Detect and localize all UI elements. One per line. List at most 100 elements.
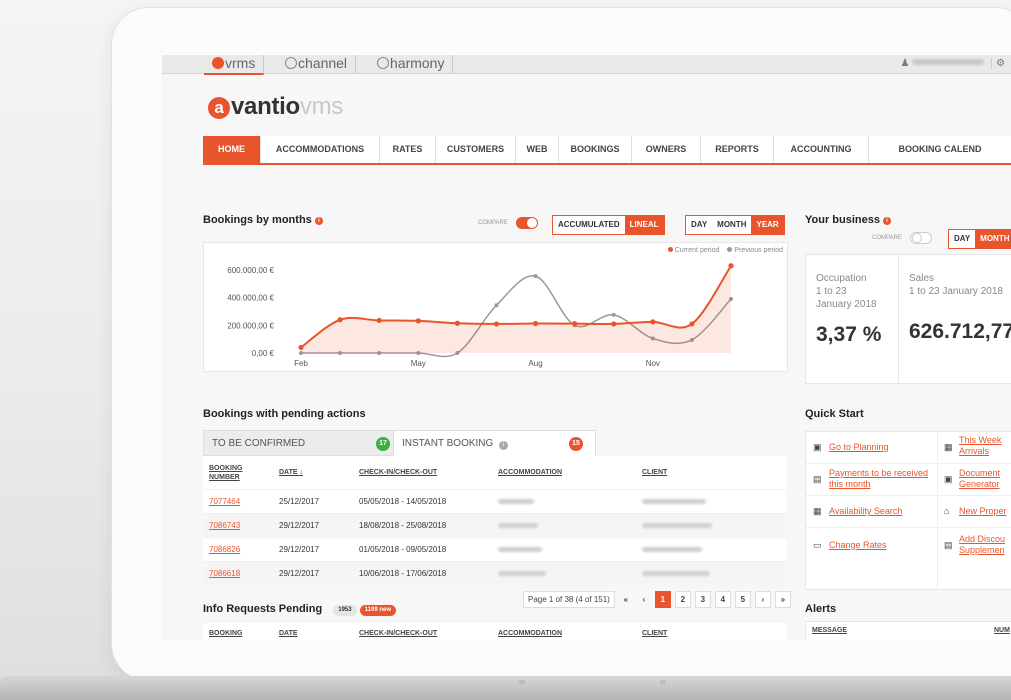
info-icon[interactable]: i — [499, 441, 509, 450]
app-tab-harmony[interactable]: harmony — [369, 55, 454, 73]
client-blurred — [642, 523, 712, 528]
last-page-icon[interactable]: » — [774, 591, 791, 608]
quick-change-rates[interactable]: Change Rates — [829, 540, 887, 551]
quick-start-title: Quick Start — [805, 408, 864, 420]
business-compare-toggle[interactable] — [910, 232, 932, 244]
page-1[interactable]: 1 — [654, 591, 671, 608]
nav-web[interactable]: WEB — [516, 136, 559, 163]
info-icon[interactable]: i — [882, 217, 891, 225]
business-period-day[interactable]: DAY — [949, 230, 975, 248]
briefcase-icon: ▣ — [813, 442, 822, 452]
period-year[interactable]: YEAR — [751, 216, 784, 234]
quick-week-arrivals[interactable]: This Week Arrivals — [959, 435, 1011, 457]
period-month[interactable]: MONTH — [712, 216, 751, 234]
client-blurred — [642, 571, 710, 576]
user-name-blurred — [912, 59, 985, 65]
nav-reports[interactable]: REPORTS — [701, 136, 774, 163]
quick-go-to-planning[interactable]: Go to Planning — [829, 442, 889, 453]
booking-link[interactable]: 7086743 — [209, 521, 240, 530]
app-logo-icon — [377, 57, 389, 69]
col-date[interactable]: DATE — [273, 623, 353, 641]
table-row: 7086826 29/12/2017 01/05/2018 - 09/05/20… — [203, 537, 786, 562]
page-4[interactable]: 4 — [714, 591, 731, 608]
current-period-area — [301, 265, 731, 353]
booking-range: 18/08/2018 - 25/08/2018 — [353, 513, 492, 538]
info-requests-new: 1199 new — [359, 605, 397, 616]
kpi-sales-label: Sales — [909, 273, 935, 284]
prev-page-icon[interactable]: ‹ — [637, 592, 651, 607]
col-booking-number[interactable]: BOOKING NUMBER — [203, 456, 273, 490]
x-tick-label: Aug — [528, 359, 542, 368]
app-logo-icon — [212, 57, 224, 69]
tab-instant-booking[interactable]: INSTANT BOOKING i 15 — [393, 430, 596, 456]
nav-owners[interactable]: OWNERS — [632, 136, 701, 163]
compare-toggle[interactable] — [516, 217, 538, 229]
nav-bookings[interactable]: BOOKINGS — [559, 136, 632, 163]
legend-swatch — [667, 247, 673, 252]
page-3[interactable]: 3 — [694, 591, 711, 608]
briefcase-icon: ▣ — [944, 474, 953, 484]
col-message[interactable]: MESSAGE — [812, 627, 847, 634]
booking-range: 01/05/2018 - 09/05/2018 — [353, 537, 492, 562]
quick-availability-search[interactable]: Availability Search — [829, 506, 902, 517]
current-period-point — [454, 320, 460, 326]
info-requests-table: BOOKING DATE CHECK-IN/CHECK-OUT ACCOMMOD… — [203, 623, 786, 641]
col-accommodation[interactable]: ACCOMMODATION — [492, 456, 636, 490]
nav-accommodations[interactable]: ACCOMMODATIONS — [261, 136, 380, 163]
booking-link[interactable]: 7086618 — [209, 569, 240, 578]
avantio-logo[interactable]: a vantiovms — [208, 93, 343, 121]
nav-booking-calendar[interactable]: BOOKING CALEND — [869, 136, 1011, 163]
mode-lineal[interactable]: LINEAL — [624, 216, 664, 234]
kpi-sales-value: 626.712,77 — [909, 320, 1011, 343]
col-client[interactable]: CLIENT — [636, 623, 786, 641]
first-page-icon[interactable]: « — [619, 592, 633, 607]
app-tab-vrms[interactable]: vrms — [204, 55, 265, 75]
current-period-point — [650, 319, 656, 325]
col-check-in-out[interactable]: CHECK-IN/CHECK-OUT — [353, 623, 492, 641]
kpi-occupation: Occupation 1 to 23 January 2018 3,37 % — [806, 255, 899, 383]
current-period-point — [415, 318, 421, 324]
alerts-title: Alerts — [805, 603, 837, 615]
app-tab-channel[interactable]: channel — [277, 55, 357, 73]
col-check-in-out[interactable]: CHECK-IN/CHECK-OUT — [353, 456, 492, 490]
nav-rates[interactable]: RATES — [380, 136, 436, 163]
page-info: Page 1 of 38 (4 of 151) — [523, 591, 615, 608]
col-accommodation[interactable]: ACCOMMODATION — [492, 623, 636, 641]
tab-to-be-confirmed[interactable]: TO BE CONFIRMED 17 — [203, 430, 394, 456]
quick-add-discount[interactable]: Add Discou Supplemen — [959, 534, 1011, 556]
next-page-icon[interactable]: › — [754, 591, 771, 608]
mode-accumulated[interactable]: ACCUMULATED — [553, 216, 625, 234]
x-tick-label: May — [411, 359, 426, 368]
col-num[interactable]: NUM — [994, 627, 1010, 634]
money-icon: ▤ — [944, 540, 953, 550]
nav-customers[interactable]: CUSTOMERS — [436, 136, 516, 163]
pending-table: BOOKING NUMBER DATE ↓ CHECK-IN/CHECK-OUT… — [203, 456, 786, 585]
col-booking[interactable]: BOOKING — [203, 623, 273, 641]
page-5[interactable]: 5 — [734, 591, 751, 608]
col-date[interactable]: DATE ↓ — [273, 456, 353, 490]
booking-link[interactable]: 7077464 — [209, 497, 240, 506]
quick-document-generator[interactable]: Document Generator — [959, 468, 1011, 490]
app-switcher-bar: vrms channel harmony ♟ ⚙ — [162, 55, 1011, 75]
col-client[interactable]: CLIENT — [636, 456, 786, 490]
nav-home[interactable]: HOME — [203, 136, 261, 163]
user-icon: ♟ — [900, 58, 910, 69]
user-menu[interactable]: ♟ ⚙ — [900, 55, 1005, 72]
current-period-point — [689, 321, 695, 327]
kpi-occupation-range: 1 to 23 — [816, 286, 847, 297]
card-icon: ▭ — [813, 540, 822, 550]
booking-link[interactable]: 7086826 — [209, 545, 240, 554]
bookings-chart-svg: 600.000,00 € 400.000,00 € 200.000,00 € 0,00… — [227, 263, 734, 368]
table-header: BOOKING NUMBER DATE ↓ CHECK-IN/CHECK-OUT… — [203, 456, 786, 490]
settings-icon[interactable]: ⚙ — [991, 58, 1005, 69]
quick-payments[interactable]: Payments to be received this month — [829, 468, 929, 490]
page-2[interactable]: 2 — [674, 591, 691, 608]
info-icon[interactable]: i — [314, 217, 323, 225]
current-period-point — [298, 344, 304, 351]
nav-accounting[interactable]: ACCOUNTING — [774, 136, 869, 163]
quick-new-property[interactable]: New Proper — [959, 506, 1011, 517]
period-day[interactable]: DAY — [686, 216, 712, 234]
home-icon: ⌂ — [944, 506, 950, 516]
info-requests-count: 1953 — [333, 605, 357, 616]
business-period-month[interactable]: MONTH — [975, 230, 1011, 248]
